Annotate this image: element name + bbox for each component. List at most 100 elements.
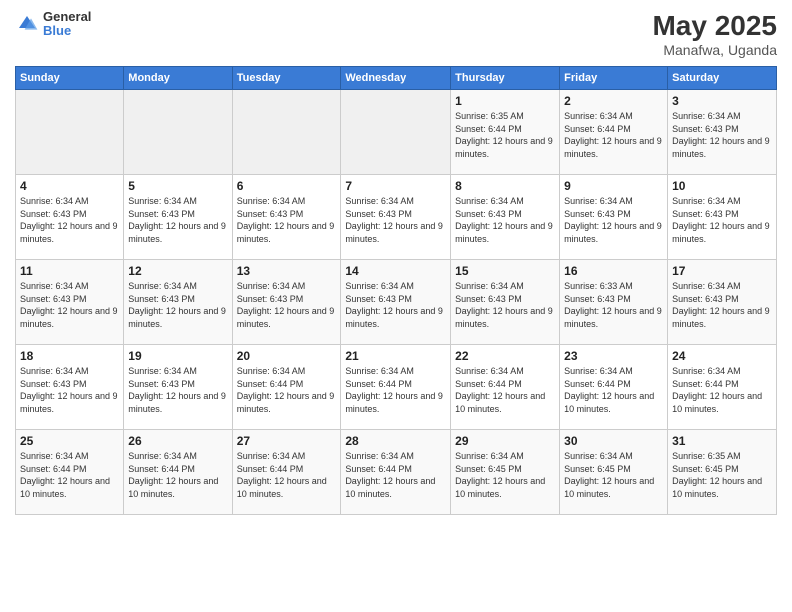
day-number: 30 — [564, 434, 663, 448]
calendar-cell: 26 Sunrise: 6:34 AM Sunset: 6:44 PM Dayli… — [124, 430, 232, 515]
day-number: 25 — [20, 434, 119, 448]
calendar-cell: 13 Sunrise: 6:34 AM Sunset: 6:43 PM Dayli… — [232, 260, 341, 345]
day-number: 16 — [564, 264, 663, 278]
col-tuesday: Tuesday — [232, 67, 341, 90]
logo-text: General Blue — [43, 10, 91, 39]
main-title: May 2025 — [652, 10, 777, 42]
day-info: Sunrise: 6:34 AM Sunset: 6:43 PM Dayligh… — [128, 365, 227, 415]
header: General Blue May 2025 Manafwa, Uganda — [15, 10, 777, 58]
calendar-cell: 15Sunrise: 6:34 AM Sunset: 6:43 PM Dayli… — [451, 260, 560, 345]
day-number: 29 — [455, 434, 555, 448]
calendar-cell — [341, 90, 451, 175]
logo-blue: Blue — [43, 24, 91, 38]
calendar-cell: 24Sunrise: 6:34 AM Sunset: 6:44 PM Dayli… — [668, 345, 777, 430]
day-info: Sunrise: 6:34 AM Sunset: 6:43 PM Dayligh… — [672, 110, 772, 160]
calendar-cell: 5 Sunrise: 6:34 AM Sunset: 6:43 PM Daylig… — [124, 175, 232, 260]
day-info: Sunrise: 6:34 AM Sunset: 6:44 PM Dayligh… — [564, 110, 663, 160]
day-number: 13 — [237, 264, 337, 278]
day-info: Sunrise: 6:33 AM Sunset: 6:43 PM Dayligh… — [564, 280, 663, 330]
day-info: Sunrise: 6:34 AM Sunset: 6:43 PM Dayligh… — [20, 195, 119, 245]
day-info: Sunrise: 6:34 AM Sunset: 6:43 PM Dayligh… — [237, 195, 337, 245]
day-info: Sunrise: 6:34 AM Sunset: 6:45 PM Dayligh… — [564, 450, 663, 500]
day-number: 6 — [237, 179, 337, 193]
calendar-week-1: 1 Sunrise: 6:35 AM Sunset: 6:44 PM Daylig… — [16, 90, 777, 175]
subtitle: Manafwa, Uganda — [652, 42, 777, 58]
calendar-cell: 19 Sunrise: 6:34 AM Sunset: 6:43 PM Dayli… — [124, 345, 232, 430]
calendar-cell: 3Sunrise: 6:34 AM Sunset: 6:43 PM Daylig… — [668, 90, 777, 175]
day-info: Sunrise: 6:35 AM Sunset: 6:44 PM Dayligh… — [455, 110, 555, 160]
day-number: 31 — [672, 434, 772, 448]
calendar-cell: 11 Sunrise: 6:34 AM Sunset: 6:43 PM Dayli… — [16, 260, 124, 345]
day-number: 2 — [564, 94, 663, 108]
day-number: 14 — [345, 264, 446, 278]
day-number: 5 — [128, 179, 227, 193]
day-info: Sunrise: 6:34 AM Sunset: 6:45 PM Dayligh… — [455, 450, 555, 500]
calendar-cell: 1 Sunrise: 6:35 AM Sunset: 6:44 PM Daylig… — [451, 90, 560, 175]
calendar-cell: 9 Sunrise: 6:34 AM Sunset: 6:43 PM Daylig… — [560, 175, 668, 260]
calendar-cell: 7Sunrise: 6:34 AM Sunset: 6:43 PM Daylig… — [341, 175, 451, 260]
day-info: Sunrise: 6:34 AM Sunset: 6:43 PM Dayligh… — [564, 195, 663, 245]
page: General Blue May 2025 Manafwa, Uganda Su… — [0, 0, 792, 612]
day-number: 19 — [128, 349, 227, 363]
col-friday: Friday — [560, 67, 668, 90]
day-number: 18 — [20, 349, 119, 363]
day-info: Sunrise: 6:34 AM Sunset: 6:43 PM Dayligh… — [345, 195, 446, 245]
calendar-cell: 20 Sunrise: 6:34 AM Sunset: 6:44 PM Dayli… — [232, 345, 341, 430]
calendar-cell: 6 Sunrise: 6:34 AM Sunset: 6:43 PM Daylig… — [232, 175, 341, 260]
day-info: Sunrise: 6:34 AM Sunset: 6:44 PM Dayligh… — [237, 365, 337, 415]
logo: General Blue — [15, 10, 91, 39]
day-info: Sunrise: 6:34 AM Sunset: 6:43 PM Dayligh… — [672, 280, 772, 330]
day-info: Sunrise: 6:34 AM Sunset: 6:43 PM Dayligh… — [237, 280, 337, 330]
day-number: 26 — [128, 434, 227, 448]
day-number: 23 — [564, 349, 663, 363]
day-number: 4 — [20, 179, 119, 193]
calendar-week-5: 25 Sunrise: 6:34 AM Sunset: 6:44 PM Dayli… — [16, 430, 777, 515]
calendar-cell: 31 Sunrise: 6:35 AM Sunset: 6:45 PM Dayli… — [668, 430, 777, 515]
calendar-week-3: 11 Sunrise: 6:34 AM Sunset: 6:43 PM Dayli… — [16, 260, 777, 345]
day-number: 10 — [672, 179, 772, 193]
calendar-cell: 22Sunrise: 6:34 AM Sunset: 6:44 PM Dayli… — [451, 345, 560, 430]
day-number: 28 — [345, 434, 446, 448]
col-thursday: Thursday — [451, 67, 560, 90]
day-info: Sunrise: 6:35 AM Sunset: 6:45 PM Dayligh… — [672, 450, 772, 500]
day-number: 9 — [564, 179, 663, 193]
calendar-header-row: Sunday Monday Tuesday Wednesday Thursday… — [16, 67, 777, 90]
day-info: Sunrise: 6:34 AM Sunset: 6:44 PM Dayligh… — [345, 450, 446, 500]
day-number: 21 — [345, 349, 446, 363]
calendar-cell: 17 Sunrise: 6:34 AM Sunset: 6:43 PM Dayli… — [668, 260, 777, 345]
calendar-cell: 23 Sunrise: 6:34 AM Sunset: 6:44 PM Dayli… — [560, 345, 668, 430]
calendar-cell: 12 Sunrise: 6:34 AM Sunset: 6:43 PM Dayli… — [124, 260, 232, 345]
day-number: 1 — [455, 94, 555, 108]
calendar-cell: 18 Sunrise: 6:34 AM Sunset: 6:43 PM Dayli… — [16, 345, 124, 430]
calendar-cell: 25Sunrise: 6:34 AM Sunset: 6:44 PM Dayli… — [16, 430, 124, 515]
day-info: Sunrise: 6:34 AM Sunset: 6:43 PM Dayligh… — [672, 195, 772, 245]
day-number: 17 — [672, 264, 772, 278]
day-info: Sunrise: 6:34 AM Sunset: 6:43 PM Dayligh… — [20, 280, 119, 330]
day-info: Sunrise: 6:34 AM Sunset: 6:43 PM Dayligh… — [128, 195, 227, 245]
calendar-cell — [16, 90, 124, 175]
col-sunday: Sunday — [16, 67, 124, 90]
calendar-cell: 14 Sunrise: 6:34 AM Sunset: 6:43 PM Dayli… — [341, 260, 451, 345]
calendar-cell: 10 Sunrise: 6:34 AM Sunset: 6:43 PM Dayli… — [668, 175, 777, 260]
title-block: May 2025 Manafwa, Uganda — [652, 10, 777, 58]
calendar-cell: 28 Sunrise: 6:34 AM Sunset: 6:44 PM Dayli… — [341, 430, 451, 515]
logo-general: General — [43, 10, 91, 24]
day-info: Sunrise: 6:34 AM Sunset: 6:43 PM Dayligh… — [345, 280, 446, 330]
calendar-cell: 2 Sunrise: 6:34 AM Sunset: 6:44 PM Daylig… — [560, 90, 668, 175]
calendar-week-4: 18 Sunrise: 6:34 AM Sunset: 6:43 PM Dayli… — [16, 345, 777, 430]
calendar-cell: 21 Sunrise: 6:34 AM Sunset: 6:44 PM Dayli… — [341, 345, 451, 430]
calendar-cell: 30 Sunrise: 6:34 AM Sunset: 6:45 PM Dayli… — [560, 430, 668, 515]
calendar-cell — [124, 90, 232, 175]
day-info: Sunrise: 6:34 AM Sunset: 6:44 PM Dayligh… — [237, 450, 337, 500]
calendar-cell: 27Sunrise: 6:34 AM Sunset: 6:44 PM Dayli… — [232, 430, 341, 515]
day-number: 8 — [455, 179, 555, 193]
day-info: Sunrise: 6:34 AM Sunset: 6:44 PM Dayligh… — [128, 450, 227, 500]
day-info: Sunrise: 6:34 AM Sunset: 6:44 PM Dayligh… — [345, 365, 446, 415]
day-number: 20 — [237, 349, 337, 363]
day-number: 12 — [128, 264, 227, 278]
day-number: 11 — [20, 264, 119, 278]
calendar-cell — [232, 90, 341, 175]
day-info: Sunrise: 6:34 AM Sunset: 6:44 PM Dayligh… — [564, 365, 663, 415]
day-info: Sunrise: 6:34 AM Sunset: 6:43 PM Dayligh… — [20, 365, 119, 415]
day-info: Sunrise: 6:34 AM Sunset: 6:43 PM Dayligh… — [128, 280, 227, 330]
